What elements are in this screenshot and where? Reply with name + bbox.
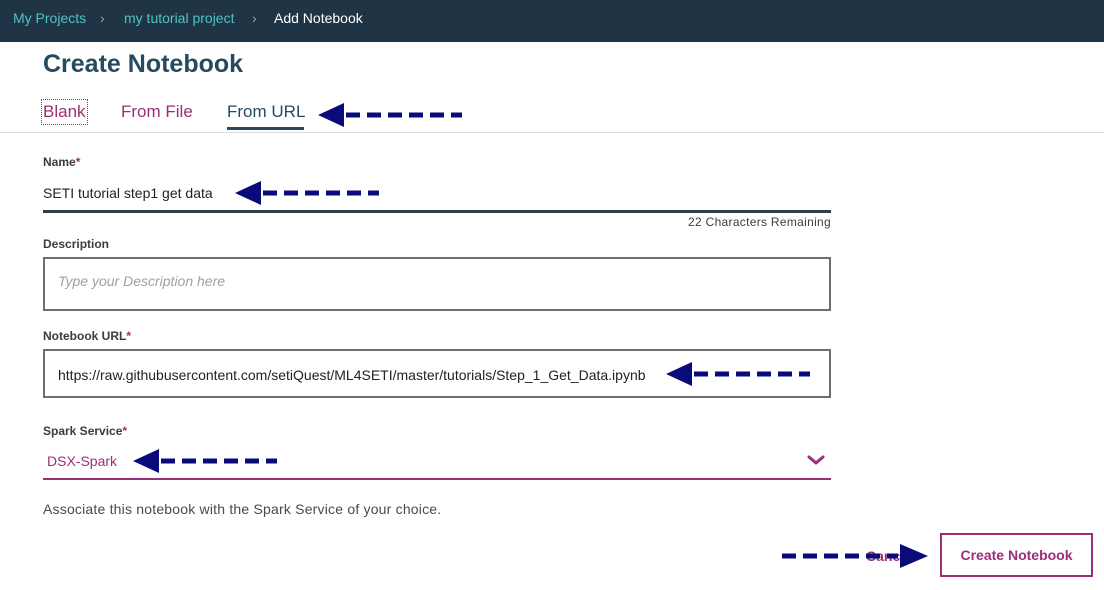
description-label: Description [43,237,110,251]
name-input-underline [43,210,831,213]
top-navigation-bar: My Projects › my tutorial project › Add … [0,0,1104,42]
annotation-arrow-icon [133,449,277,473]
spark-service-label: Spark Service* [43,424,128,438]
characters-remaining: 22 Characters Remaining [688,215,831,229]
tab-from-url[interactable]: From URL [227,101,305,123]
description-input[interactable] [58,273,798,289]
breadcrumb-current: Add Notebook [274,10,363,26]
name-label: Name* [43,155,81,169]
description-field[interactable] [43,257,831,311]
active-tab-indicator [227,127,304,130]
breadcrumb-project[interactable]: my tutorial project [124,9,234,27]
notebook-url-input[interactable]: https://raw.githubusercontent.com/setiQu… [58,366,646,384]
tab-blank[interactable]: Blank [41,99,88,125]
annotation-arrow-icon [782,544,928,568]
chevron-right-icon: › [252,10,257,26]
breadcrumb-my-projects[interactable]: My Projects [13,9,86,27]
page-title: Create Notebook [43,50,244,78]
tab-from-file[interactable]: From File [121,101,193,123]
chevron-right-icon: › [100,10,105,26]
tabs-divider [0,132,1104,133]
notebook-url-label: Notebook URL* [43,329,131,343]
annotation-arrow-icon [318,103,462,127]
annotation-arrow-icon [235,181,379,205]
chevron-down-icon[interactable] [806,452,826,468]
spark-service-select[interactable]: DSX-Spark [47,452,117,470]
annotation-arrow-icon [666,362,810,386]
spark-service-underline [43,478,831,480]
name-input[interactable]: SETI tutorial step1 get data [43,184,213,202]
spark-service-helper-text: Associate this notebook with the Spark S… [43,501,442,517]
create-notebook-button[interactable]: Create Notebook [940,533,1093,577]
